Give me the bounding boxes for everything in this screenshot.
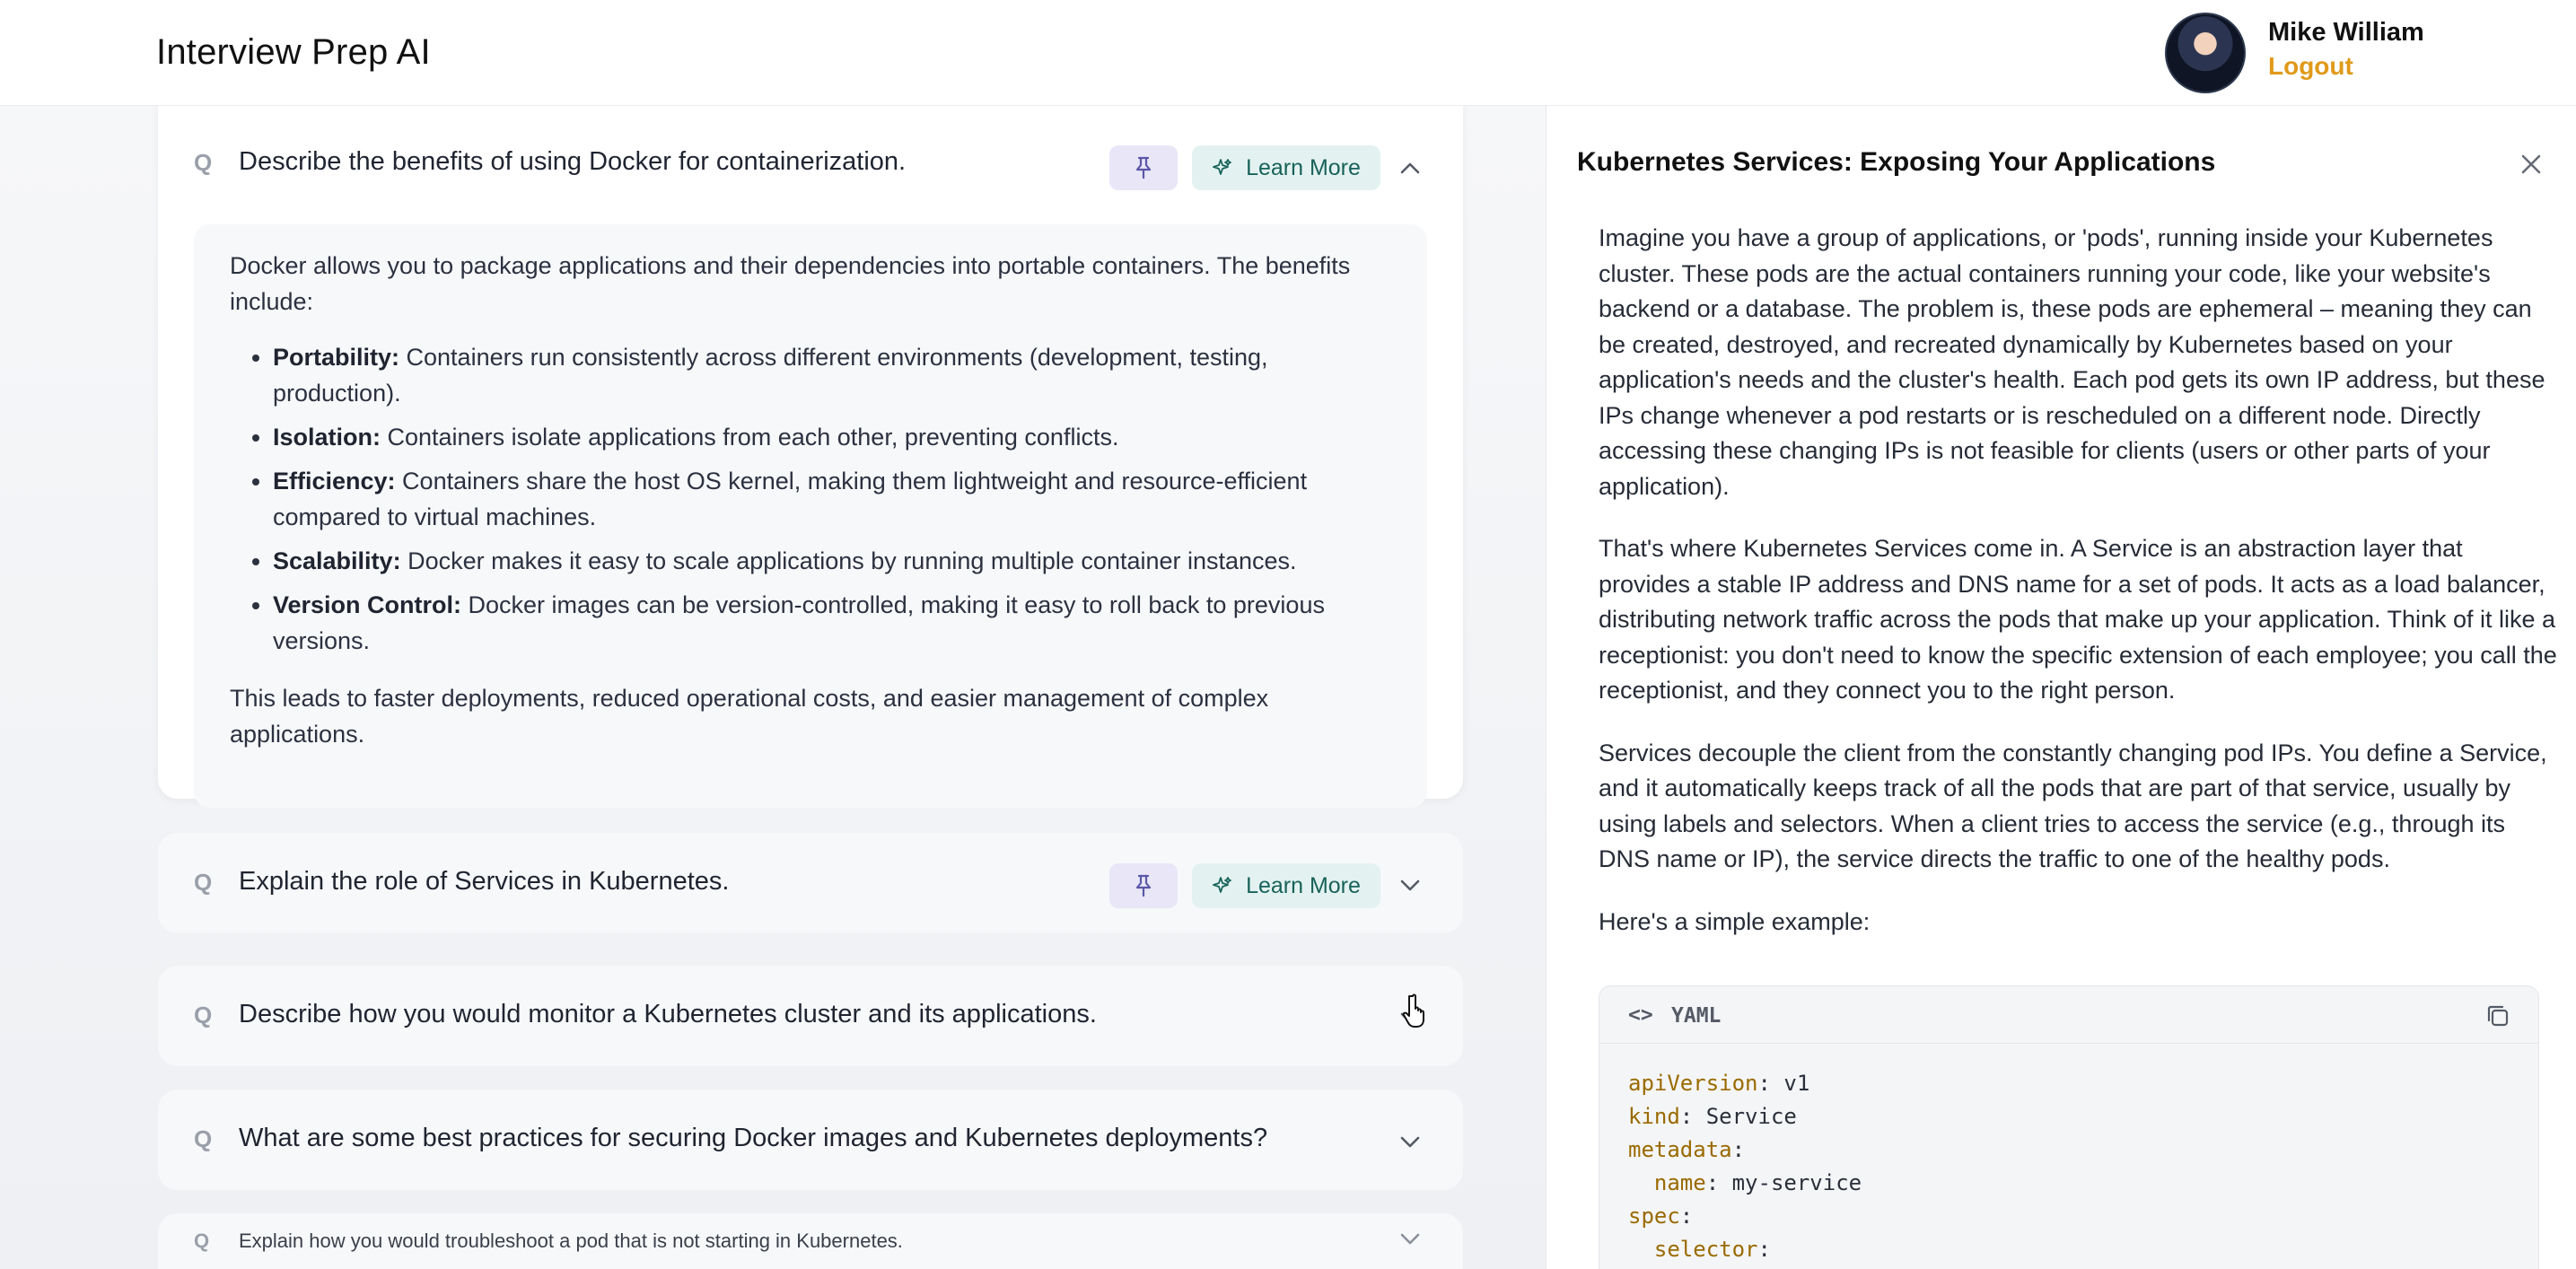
question-marker: Q bbox=[194, 149, 213, 176]
code-key: metadata bbox=[1628, 1137, 1732, 1162]
code-key: apiVersion bbox=[1628, 1071, 1758, 1096]
question-marker: Q bbox=[194, 1230, 210, 1252]
code-language: YAML bbox=[1671, 1004, 1722, 1028]
learn-more-drawer: Kubernetes Services: Exposing Your Appli… bbox=[1546, 106, 2576, 1269]
avatar[interactable] bbox=[2165, 13, 2246, 93]
answer-intro: Docker allows you to package application… bbox=[230, 252, 1351, 315]
logout-link[interactable]: Logout bbox=[2268, 52, 2353, 81]
pin-button[interactable] bbox=[1109, 863, 1178, 908]
learn-more-button[interactable]: Learn More bbox=[1192, 145, 1380, 190]
list-item: Scalability: Docker makes it easy to sca… bbox=[273, 543, 1391, 579]
code-line: apiVersion: v1 bbox=[1628, 1071, 1810, 1096]
expand-chevron-icon[interactable] bbox=[1397, 872, 1424, 899]
bullet-term: Efficiency: bbox=[273, 468, 396, 494]
list-item: Portability: Containers run consistently… bbox=[273, 339, 1391, 411]
drawer-title: Kubernetes Services: Exposing Your Appli… bbox=[1577, 147, 2216, 177]
top-bar: Interview Prep AI Mike William Logout bbox=[0, 0, 2576, 106]
question-card[interactable]: Q Explain how you would troubleshoot a p… bbox=[158, 1213, 1463, 1269]
pin-button[interactable] bbox=[1109, 145, 1178, 190]
bullet-text: Containers share the host OS kernel, mak… bbox=[273, 468, 1308, 530]
code-content[interactable]: apiVersion: v1 kind: Service metadata: nam… bbox=[1599, 1044, 2538, 1269]
user-name: Mike William bbox=[2268, 18, 2424, 47]
code-value: my-service bbox=[1719, 1170, 1862, 1195]
question-list: Q Describe the benefits of using Docker … bbox=[0, 106, 1546, 1269]
code-block: <> YAML apiVersion: v1 kind: Service metad… bbox=[1599, 985, 2539, 1269]
close-icon[interactable] bbox=[2516, 149, 2546, 179]
explanation-paragraph: Imagine you have a group of applications… bbox=[1599, 224, 2545, 500]
explanation-paragraph: Here's a simple example: bbox=[1599, 907, 1871, 935]
question-card-expanded: Q Describe the benefits of using Docker … bbox=[158, 106, 1463, 808]
code-value: v1 bbox=[1770, 1071, 1810, 1096]
learn-more-button[interactable]: Learn More bbox=[1192, 863, 1380, 908]
question-text[interactable]: Explain how you would troubleshoot a pod… bbox=[239, 1230, 903, 1253]
benefits-list: Portability: Containers run consistently… bbox=[230, 339, 1391, 659]
question-text[interactable]: Describe how you would monitor a Kuberne… bbox=[239, 1000, 1097, 1029]
question-card[interactable]: Q Explain the role of Services in Kubern… bbox=[158, 833, 1463, 933]
sparkle-icon bbox=[1213, 877, 1231, 893]
question-text[interactable]: What are some best practices for securin… bbox=[239, 1124, 1267, 1153]
list-item: Efficiency: Containers share the host OS… bbox=[273, 463, 1391, 535]
bullet-term: Scalability: bbox=[273, 547, 401, 574]
bullet-term: Portability: bbox=[273, 344, 400, 371]
expand-chevron-icon[interactable] bbox=[1397, 1129, 1424, 1156]
answer-panel: Docker allows you to package application… bbox=[194, 224, 1427, 808]
list-item: Isolation: Containers isolate applicatio… bbox=[273, 419, 1391, 455]
question-card[interactable]: Q Describe how you would monitor a Kuber… bbox=[158, 966, 1463, 1066]
bullet-term: Version Control: bbox=[273, 591, 462, 618]
question-card[interactable]: Q What are some best practices for secur… bbox=[158, 1090, 1463, 1190]
expand-chevron-icon[interactable] bbox=[1397, 1226, 1424, 1253]
sparkle-icon bbox=[1213, 159, 1231, 175]
code-line: kind: Service bbox=[1628, 1104, 1797, 1129]
code-header: <> YAML bbox=[1599, 986, 2538, 1044]
collapse-chevron-icon[interactable] bbox=[1397, 154, 1424, 181]
code-key: name bbox=[1653, 1170, 1706, 1195]
code-line: selector: bbox=[1653, 1237, 1771, 1262]
bullet-term: Isolation: bbox=[273, 424, 381, 451]
code-key: kind bbox=[1628, 1104, 1680, 1129]
code-line: name: my-service bbox=[1653, 1170, 1862, 1195]
code-value: Service bbox=[1693, 1104, 1797, 1129]
bullet-text: Docker makes it easy to scale applicatio… bbox=[400, 547, 1297, 574]
learn-more-label: Learn More bbox=[1246, 872, 1361, 898]
pin-icon bbox=[1135, 156, 1152, 179]
code-icon: <> bbox=[1628, 1003, 1653, 1027]
copy-icon[interactable] bbox=[2484, 1002, 2511, 1029]
bullet-text: Containers run consistently across diffe… bbox=[273, 344, 1268, 407]
code-key: selector bbox=[1653, 1237, 1758, 1262]
question-marker: Q bbox=[194, 869, 213, 896]
question-text[interactable]: Describe the benefits of using Docker fo… bbox=[239, 147, 906, 177]
question-marker: Q bbox=[194, 1002, 213, 1028]
drawer-content: Imagine you have a group of applications… bbox=[1599, 221, 2559, 967]
app-title[interactable]: Interview Prep AI bbox=[156, 32, 431, 73]
list-item: Version Control: Docker images can be ve… bbox=[273, 587, 1391, 659]
code-line: metadata: bbox=[1628, 1137, 1746, 1162]
code-line: spec: bbox=[1628, 1203, 1694, 1229]
code-key: spec bbox=[1628, 1203, 1680, 1229]
question-text[interactable]: Explain the role of Services in Kubernet… bbox=[239, 867, 729, 897]
bullet-text: Containers isolate applications from eac… bbox=[381, 424, 1119, 451]
pin-icon bbox=[1135, 874, 1152, 897]
answer-outro: This leads to faster deployments, reduce… bbox=[230, 685, 1269, 748]
hand-cursor-icon bbox=[1402, 993, 1424, 1028]
learn-more-label: Learn More bbox=[1246, 154, 1361, 180]
explanation-paragraph: That's where Kubernetes Services come in… bbox=[1599, 535, 2557, 704]
question-marker: Q bbox=[194, 1125, 213, 1152]
explanation-paragraph: Services decouple the client from the co… bbox=[1599, 739, 2547, 873]
